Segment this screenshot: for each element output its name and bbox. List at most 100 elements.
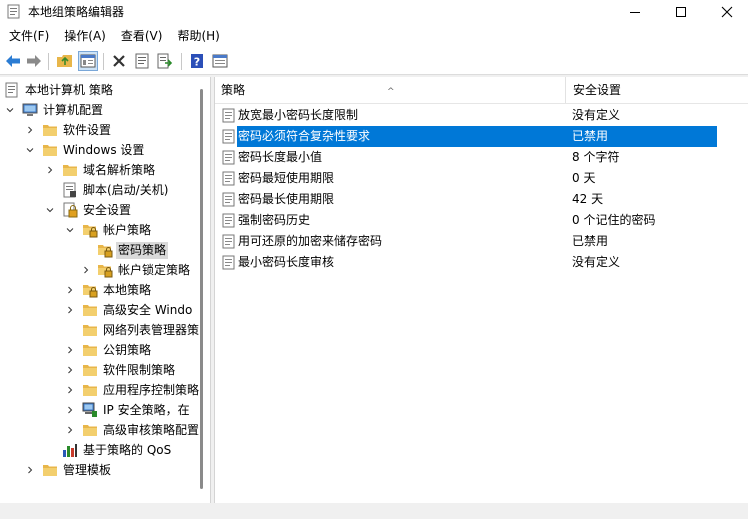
chevron-right-icon[interactable] xyxy=(64,364,76,376)
export-list-button[interactable] xyxy=(155,51,175,71)
tree-item-local-computer-policy[interactable]: 本地计算机 策略 xyxy=(4,80,115,100)
folder-icon xyxy=(82,342,98,358)
menu-action[interactable]: 操作(A) xyxy=(59,26,111,46)
maximize-button[interactable] xyxy=(658,0,704,24)
policy-row[interactable]: 用可还原的加密来储存密码 已禁用 xyxy=(215,231,748,252)
tree-item-public-key-policies[interactable]: 公钥策略 xyxy=(64,340,153,360)
policy-item-icon xyxy=(222,108,236,123)
policy-row[interactable]: 密码最短使用期限 0 天 xyxy=(215,168,748,189)
tree-scrollbar-thumb[interactable] xyxy=(200,89,203,489)
folder-lock-icon xyxy=(82,282,98,298)
chevron-right-icon[interactable] xyxy=(64,424,76,436)
tree-pane[interactable]: 本地计算机 策略 计算机配置 软件设置 Windows 设置 域名解析策略 脚本… xyxy=(0,77,211,503)
tree-item-computer-config[interactable]: 计算机配置 xyxy=(4,100,105,120)
policy-item-icon xyxy=(222,150,236,165)
help-button[interactable]: ? xyxy=(187,51,207,71)
folder-icon xyxy=(62,162,78,178)
folder-lock-icon xyxy=(97,242,113,258)
tree-item-local-policies[interactable]: 本地策略 xyxy=(64,280,153,300)
policy-row[interactable]: 密码最长使用期限 42 天 xyxy=(215,189,748,210)
toolbar: ? xyxy=(0,48,748,75)
chevron-right-icon[interactable] xyxy=(64,344,76,356)
chevron-down-icon[interactable] xyxy=(4,104,16,116)
menu-help[interactable]: 帮助(H) xyxy=(172,26,224,46)
tree-item-advanced-security-windows[interactable]: 高级安全 Windo xyxy=(64,300,194,320)
tree-item-network-list-manager[interactable]: 网络列表管理器策 xyxy=(82,320,201,340)
folder-icon xyxy=(42,462,58,478)
chevron-down-icon[interactable] xyxy=(64,224,76,236)
ip-security-icon xyxy=(82,402,98,418)
chevron-right-icon[interactable] xyxy=(64,304,76,316)
tree-item-scripts[interactable]: 脚本(启动/关机) xyxy=(62,180,170,200)
tree-item-software-settings[interactable]: 软件设置 xyxy=(24,120,113,140)
minimize-button[interactable] xyxy=(612,0,658,24)
qos-chart-icon xyxy=(62,442,78,458)
svg-text:?: ? xyxy=(194,56,200,69)
back-button[interactable] xyxy=(3,51,23,71)
view-button[interactable] xyxy=(210,51,230,71)
chevron-right-icon[interactable] xyxy=(80,264,92,276)
folder-lock-icon xyxy=(82,222,98,238)
folder-icon xyxy=(82,322,98,338)
menu-file[interactable]: 文件(F) xyxy=(4,26,54,46)
title-bar: 本地组策略编辑器 xyxy=(0,0,748,24)
policy-row[interactable]: 放宽最小密码长度限制 没有定义 xyxy=(215,105,748,126)
chevron-right-icon[interactable] xyxy=(24,124,36,136)
computer-policy-icon xyxy=(4,82,20,98)
sort-ascending-icon: ^ xyxy=(387,87,395,97)
header-divider xyxy=(215,103,748,104)
folder-icon xyxy=(82,362,98,378)
tree-item-ip-security[interactable]: IP 安全策略，在 xyxy=(64,400,192,420)
chevron-right-icon[interactable] xyxy=(64,284,76,296)
properties-button[interactable] xyxy=(132,51,152,71)
chevron-right-icon[interactable] xyxy=(44,164,56,176)
column-header-security-setting[interactable]: 安全设置 xyxy=(567,77,748,103)
toolbar-separator xyxy=(181,53,182,70)
tree-item-name-resolution-policy[interactable]: 域名解析策略 xyxy=(44,160,157,180)
show-hide-tree-button[interactable] xyxy=(78,51,98,71)
chevron-right-icon[interactable] xyxy=(64,404,76,416)
tree-item-app-control-policies[interactable]: 应用程序控制策略 xyxy=(64,380,201,400)
tree-item-windows-settings[interactable]: Windows 设置 xyxy=(24,140,146,160)
export-list-icon xyxy=(157,53,173,69)
policy-item-icon xyxy=(222,171,236,186)
tree-item-software-restriction[interactable]: 软件限制策略 xyxy=(64,360,177,380)
minimize-icon xyxy=(630,12,640,13)
script-icon xyxy=(62,182,78,198)
forward-button[interactable] xyxy=(24,51,44,71)
policy-item-icon xyxy=(222,213,236,228)
chevron-down-icon[interactable] xyxy=(24,144,36,156)
toolbar-separator xyxy=(48,53,49,70)
policy-list-pane: 策略 ^ 安全设置 放宽最小密码长度限制 没有定义 密码必须符合复杂性要求 已禁… xyxy=(214,77,748,503)
tree-item-account-lockout-policy[interactable]: 帐户锁定策略 xyxy=(80,260,192,280)
tree-item-policy-based-qos[interactable]: 基于策略的 QoS xyxy=(62,440,173,460)
computer-icon xyxy=(22,102,38,118)
policy-row[interactable]: 强制密码历史 0 个记住的密码 xyxy=(215,210,748,231)
tree-item-advanced-audit[interactable]: 高级审核策略配置 xyxy=(64,420,201,440)
up-folder-button[interactable] xyxy=(55,51,75,71)
menu-view[interactable]: 查看(V) xyxy=(116,26,168,46)
chevron-right-icon[interactable] xyxy=(24,464,36,476)
policy-row[interactable]: 最小密码长度审核 没有定义 xyxy=(215,252,748,273)
chevron-down-icon[interactable] xyxy=(44,204,56,216)
properties-icon xyxy=(135,53,149,69)
policy-row-selected[interactable]: 密码必须符合复杂性要求 已禁用 xyxy=(215,126,748,147)
tree-scrollbar[interactable] xyxy=(199,77,204,503)
tree-item-security-settings[interactable]: 安全设置 xyxy=(44,200,133,220)
policy-row[interactable]: 密码长度最小值 8 个字符 xyxy=(215,147,748,168)
folder-icon xyxy=(42,122,58,138)
policy-item-icon xyxy=(222,129,236,144)
tree-item-admin-templates[interactable]: 管理模板 xyxy=(24,460,113,480)
policy-item-icon xyxy=(222,192,236,207)
chevron-right-icon[interactable] xyxy=(64,384,76,396)
folder-icon xyxy=(82,302,98,318)
column-header-policy[interactable]: 策略 ^ xyxy=(215,77,566,103)
app-icon xyxy=(7,4,21,19)
tree-item-account-policies[interactable]: 帐户策略 xyxy=(64,220,153,240)
tree-item-password-policy[interactable]: 密码策略 xyxy=(97,240,169,260)
close-button[interactable] xyxy=(704,0,748,24)
folder-icon xyxy=(42,142,58,158)
delete-button[interactable] xyxy=(109,51,129,71)
view-icon xyxy=(212,54,228,68)
folder-icon xyxy=(82,422,98,438)
